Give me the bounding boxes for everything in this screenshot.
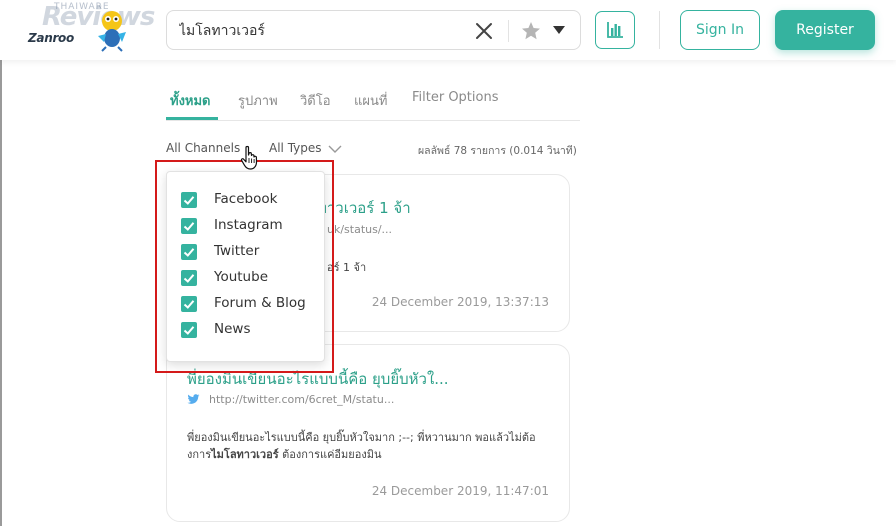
snippet-text: งการ	[187, 448, 212, 461]
search-input[interactable]	[179, 20, 469, 42]
tab-images[interactable]: รูปภาพ	[238, 90, 278, 120]
checkbox-checked-icon[interactable]	[181, 192, 197, 208]
tab-videos[interactable]: วิดีโอ	[300, 90, 331, 120]
result-card[interactable]: พี่ยองมินเขียนอะไรแบบนี้คือ ยุบยิ๊บหัวใ.…	[166, 344, 570, 522]
checkbox-checked-icon[interactable]	[181, 244, 197, 260]
option-label: Youtube	[214, 269, 268, 285]
brand-name: Zanroo	[28, 31, 74, 45]
search-divider	[508, 20, 509, 42]
statistics-button[interactable]	[595, 11, 635, 49]
channel-option-news[interactable]: News	[181, 320, 321, 340]
checkbox-checked-icon[interactable]	[181, 322, 197, 338]
clear-icon[interactable]	[473, 20, 495, 42]
channel-option-instagram[interactable]: Instagram	[181, 216, 321, 236]
snippet-line: พี่ยองมินเขียนอะไรแบบนี้คือ ยุบยิ๊บหัวใจ…	[187, 431, 536, 444]
zanroo-logo[interactable]: THAIWARE Reviews Zanroo	[6, 0, 156, 60]
hand-cursor-icon	[240, 145, 258, 170]
channel-option-youtube[interactable]: Youtube	[181, 268, 321, 288]
checkbox-checked-icon[interactable]	[181, 218, 197, 234]
result-tabs: ทั้งหมด รูปภาพ วิดีโอ แผนที่ Filter Opti…	[166, 90, 580, 121]
result-snippet: อร์ 1 จ้า	[327, 261, 367, 274]
result-timestamp: 24 December 2019, 13:37:13	[371, 295, 549, 309]
option-label: Twitter	[214, 243, 260, 259]
bar-chart-icon	[607, 22, 623, 38]
channel-option-forum-blog[interactable]: Forum & Blog	[181, 294, 321, 314]
top-bar: THAIWARE Reviews Zanroo ไมโลทาวเวอร์ Sig…	[0, 0, 896, 60]
result-title[interactable]: พี่ยองมินเขียนอะไรแบบนี้คือ ยุบยิ๊บหัวใ.…	[187, 367, 557, 391]
checkbox-checked-icon[interactable]	[181, 270, 197, 286]
mascot-icon	[98, 11, 126, 52]
search-box	[166, 10, 581, 50]
tab-filter-options[interactable]: Filter Options	[412, 90, 499, 120]
types-filter-label: All Types	[269, 141, 322, 155]
option-label: Facebook	[214, 191, 278, 207]
channel-option-facebook[interactable]: Facebook	[181, 190, 321, 210]
window-edge	[0, 0, 2, 526]
tab-maps[interactable]: แผนที่	[354, 90, 387, 120]
types-filter[interactable]: All Types	[269, 141, 342, 155]
caret-down-icon[interactable]	[551, 22, 567, 38]
option-label: News	[214, 321, 251, 337]
checkbox-checked-icon[interactable]	[181, 296, 197, 312]
channel-option-twitter[interactable]: Twitter	[181, 242, 321, 262]
tab-all[interactable]: ทั้งหมด	[170, 90, 211, 120]
result-title[interactable]: ทาวเวอร์ 1 จ้า	[317, 196, 547, 220]
star-icon[interactable]	[520, 20, 542, 42]
channels-filter-label: All Channels	[166, 141, 241, 155]
result-timestamp: 24 December 2019, 11:47:01	[371, 484, 549, 498]
sign-in-button[interactable]: Sign In	[680, 10, 760, 50]
twitter-icon	[187, 394, 200, 404]
option-label: Forum & Blog	[214, 295, 306, 311]
channels-filter[interactable]: All Channels	[166, 141, 240, 155]
result-count: ผลลัพธ์ 78 รายการ (0.014 วินาที)	[418, 145, 577, 157]
result-snippet: พี่ยองมินเขียนอะไรแบบนี้คือ ยุบยิ๊บหัวใจ…	[187, 429, 557, 463]
option-label: Instagram	[214, 217, 283, 233]
header-divider	[659, 11, 660, 49]
snippet-text: ต้องการแค่อีมยองมิน	[278, 448, 382, 461]
snippet-line: งการไมโลทาวเวอร์ ต้องการแค่อีมยองมิน	[187, 446, 557, 463]
active-tab-indicator	[166, 117, 218, 120]
result-url[interactable]: uk/status/...	[327, 223, 392, 236]
register-button[interactable]: Register	[775, 10, 875, 50]
snippet-keyword: ไมโลทาวเวอร์	[211, 448, 279, 461]
chevron-down-icon	[328, 145, 342, 153]
result-url[interactable]: http://twitter.com/6cret_M/statu...	[209, 393, 394, 406]
channels-dropdown: Facebook Instagram Twitter Youtube Forum…	[166, 171, 325, 362]
